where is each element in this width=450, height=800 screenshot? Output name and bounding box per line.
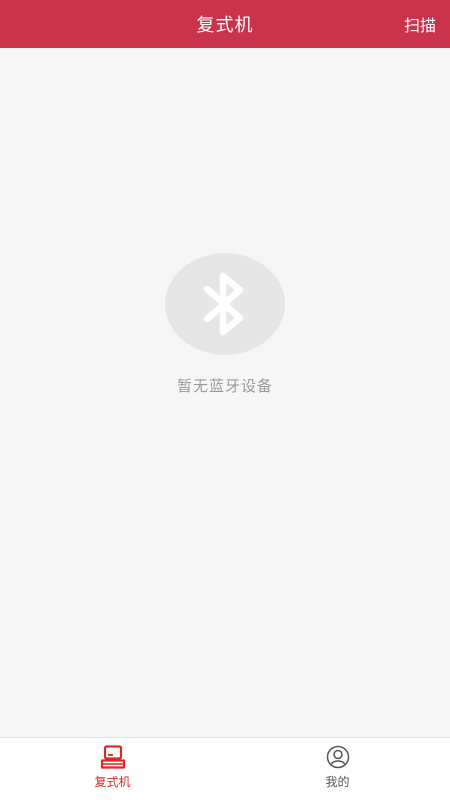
page-title: 复式机 [196,15,254,36]
scan-button[interactable]: 扫描 [404,0,436,48]
top-bar: 复式机 扫描 [0,0,450,48]
printer-icon [100,745,126,769]
empty-state: 暂无蓝牙设备 [0,253,450,396]
bluetooth-icon [165,253,285,355]
tab-mine-label: 我的 [325,775,350,789]
app-screen: 复式机 扫描 暂无蓝牙设备 复式机 我的 [0,0,450,800]
tab-printer-label: 复式机 [94,775,131,789]
tab-mine[interactable]: 我的 [225,738,450,800]
device-list-area: 暂无蓝牙设备 [0,48,450,737]
empty-message: 暂无蓝牙设备 [176,377,273,395]
tab-printer[interactable]: 复式机 [0,738,225,800]
user-icon [325,745,351,769]
bottom-tab-bar: 复式机 我的 [0,737,450,800]
